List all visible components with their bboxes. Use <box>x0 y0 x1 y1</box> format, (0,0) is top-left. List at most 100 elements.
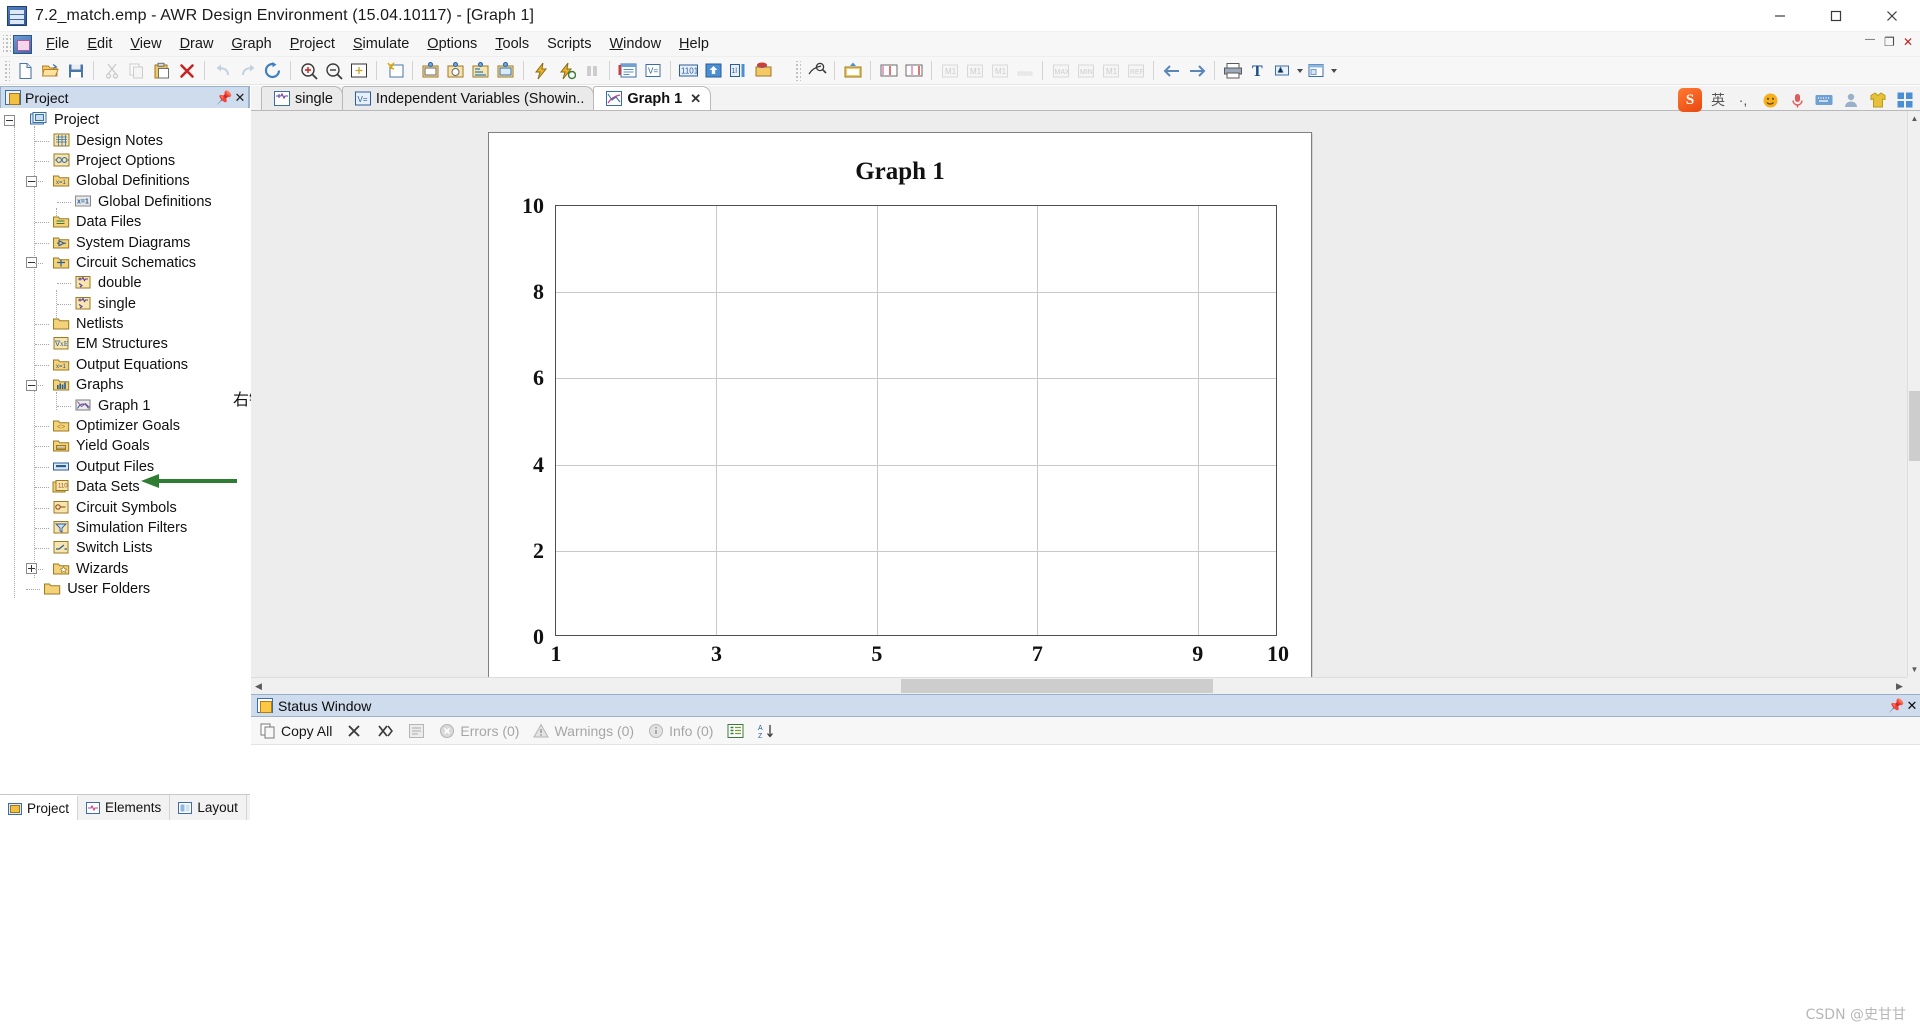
marker-left-icon[interactable] <box>878 60 899 81</box>
status-window-messages[interactable] <box>251 745 1920 819</box>
text-style-dropdown-icon[interactable] <box>1295 60 1304 81</box>
info-filter-button[interactable]: Info (0) <box>644 722 717 740</box>
scroll-left-icon[interactable]: ◀ <box>251 678 266 694</box>
export-button[interactable] <box>404 722 429 740</box>
paste-icon[interactable] <box>151 60 172 81</box>
forward-icon[interactable] <box>1186 60 1207 81</box>
text-icon[interactable]: T <box>1247 60 1268 81</box>
add-smith-measurement-icon[interactable] <box>445 60 466 81</box>
mdi-system-menu-icon[interactable] <box>13 34 32 54</box>
menu-view[interactable]: View <box>121 34 170 55</box>
stop-icon[interactable] <box>581 60 602 81</box>
tree-item-global-definitions[interactable]: x=1 Global Definitions <box>0 171 250 191</box>
menu-edit[interactable]: Edit <box>78 34 121 55</box>
ime-emoji-icon[interactable] <box>1761 91 1779 109</box>
tree-item-project-options[interactable]: Project Options <box>0 151 250 171</box>
redo-icon[interactable] <box>237 60 258 81</box>
copy-icon[interactable] <box>126 60 147 81</box>
view-all-icon[interactable] <box>348 60 369 81</box>
tune-variables-icon[interactable] <box>753 60 774 81</box>
document-tab-independent-variables[interactable]: V= Independent Variables (Showin.. <box>341 86 595 110</box>
toolbar-grip-handle[interactable] <box>3 60 10 81</box>
scroll-up-icon[interactable]: ▲ <box>1908 111 1920 126</box>
tree-item-yield-goals[interactable]: Yield Goals <box>0 436 250 456</box>
marker-m1b-icon[interactable]: M1 <box>964 60 985 81</box>
close-button[interactable] <box>1864 0 1920 32</box>
close-icon[interactable]: ✕ <box>232 90 248 106</box>
graph-properties-icon[interactable] <box>806 60 827 81</box>
errors-filter-button[interactable]: Errors (0) <box>435 722 523 740</box>
zoom-out-icon[interactable] <box>323 60 344 81</box>
ime-user-icon[interactable] <box>1842 91 1860 109</box>
yield-analysis-icon[interactable]: 1l <box>728 60 749 81</box>
marker-min-icon[interactable]: MIN <box>1075 60 1096 81</box>
graph-canvas[interactable]: Graph 1 0 2 4 6 8 10 1 3 5 7 9 10 <box>251 111 1907 677</box>
plot-area[interactable]: 0 2 4 6 8 10 1 3 5 7 9 10 <box>522 193 1289 666</box>
open-project-icon[interactable] <box>40 60 61 81</box>
cut-icon[interactable] <box>101 60 122 81</box>
tree-item-double[interactable]: double <box>0 273 250 293</box>
copy-all-button[interactable]: Copy All <box>256 722 336 740</box>
group-button[interactable] <box>723 722 748 740</box>
clear-button[interactable] <box>342 722 367 740</box>
marker-flat-icon[interactable] <box>1014 60 1035 81</box>
menu-simulate[interactable]: Simulate <box>344 34 418 55</box>
marker-ref-icon[interactable]: REF <box>1125 60 1146 81</box>
tree-item-single[interactable]: single <box>0 294 250 314</box>
ime-keyboard-icon[interactable] <box>1815 91 1833 109</box>
tree-item-design-notes[interactable]: Design Notes <box>0 130 250 150</box>
toolbar-grip-handle-2[interactable] <box>794 60 801 81</box>
marker-m1-icon[interactable]: M1 <box>1100 60 1121 81</box>
menu-help[interactable]: Help <box>670 34 718 55</box>
sort-az-button[interactable]: AZ <box>754 722 779 740</box>
ime-punctuation-icon[interactable]: ·, <box>1734 91 1752 109</box>
tree-item-optimizer-goals[interactable]: <> Optimizer Goals <box>0 416 250 436</box>
menu-grip-handle[interactable] <box>3 35 11 53</box>
minimize-button[interactable] <box>1752 0 1808 32</box>
menu-project[interactable]: Project <box>281 34 344 55</box>
analyze-icon[interactable] <box>531 60 552 81</box>
print-icon[interactable] <box>1222 60 1243 81</box>
maximize-button[interactable] <box>1808 0 1864 32</box>
pin-icon[interactable]: 📌 <box>216 90 232 106</box>
scroll-right-icon[interactable]: ▶ <box>1892 678 1907 694</box>
variable-browser-icon[interactable]: V= <box>642 60 663 81</box>
tree-item-circuit-symbols[interactable]: Circuit Symbols <box>0 497 250 517</box>
add-polar-measurement-icon[interactable] <box>470 60 491 81</box>
zoom-in-icon[interactable] <box>298 60 319 81</box>
tree-item-wizards[interactable]: Wizards <box>0 559 250 579</box>
optimize-icon[interactable] <box>703 60 724 81</box>
tree-item-netlists[interactable]: Netlists <box>0 314 250 334</box>
bottom-tab-elements[interactable]: Elements <box>78 795 171 820</box>
new-graph-icon[interactable] <box>384 60 405 81</box>
tree-item-graph-1[interactable]: Graph 1 <box>0 395 250 415</box>
close-icon[interactable]: ✕ <box>1904 698 1920 714</box>
scroll-down-icon[interactable]: ▼ <box>1908 662 1920 677</box>
ime-skin-icon[interactable] <box>1869 91 1887 109</box>
canvas-horizontal-scrollbar[interactable]: ◀ ▶ <box>251 677 1907 694</box>
horizontal-scroll-thumb[interactable] <box>901 679 1213 693</box>
new-project-icon[interactable] <box>15 60 36 81</box>
document-tab-single[interactable]: single <box>261 86 343 110</box>
tree-item-system-diagrams[interactable]: System Diagrams <box>0 232 250 252</box>
marker-m1c-icon[interactable]: M1 <box>989 60 1010 81</box>
menu-scripts[interactable]: Scripts <box>538 34 600 55</box>
layout-dropdown-icon[interactable] <box>1329 60 1338 81</box>
document-tab-graph-1[interactable]: Graph 1 ✕ <box>593 86 712 110</box>
tree-item-global-definitions[interactable]: x=1 Global Definitions <box>0 192 250 212</box>
text-style-icon[interactable] <box>1272 60 1293 81</box>
mdi-restore-icon[interactable] <box>1884 35 1897 49</box>
canvas-vertical-scrollbar[interactable]: ▲ ▼ <box>1907 111 1920 677</box>
menu-graph[interactable]: Graph <box>222 34 280 55</box>
tree-item-em-structures[interactable]: ∇xE EM Structures <box>0 334 250 354</box>
mdi-minimize-icon[interactable] <box>1865 34 1878 48</box>
vertical-scroll-thumb[interactable] <box>1909 391 1920 461</box>
tree-item-switch-lists[interactable]: Switch Lists <box>0 538 250 558</box>
bottom-tab-project[interactable]: Project <box>0 795 79 820</box>
tree-item-simulation-filters[interactable]: Simulation Filters <box>0 518 250 538</box>
ime-logo-icon[interactable]: S <box>1678 88 1702 112</box>
ime-toolbox-icon[interactable] <box>1896 91 1914 109</box>
pin-icon[interactable]: 📌 <box>1888 698 1904 714</box>
tree-item-circuit-schematics[interactable]: Circuit Schematics <box>0 253 250 273</box>
ime-voice-icon[interactable] <box>1788 91 1806 109</box>
